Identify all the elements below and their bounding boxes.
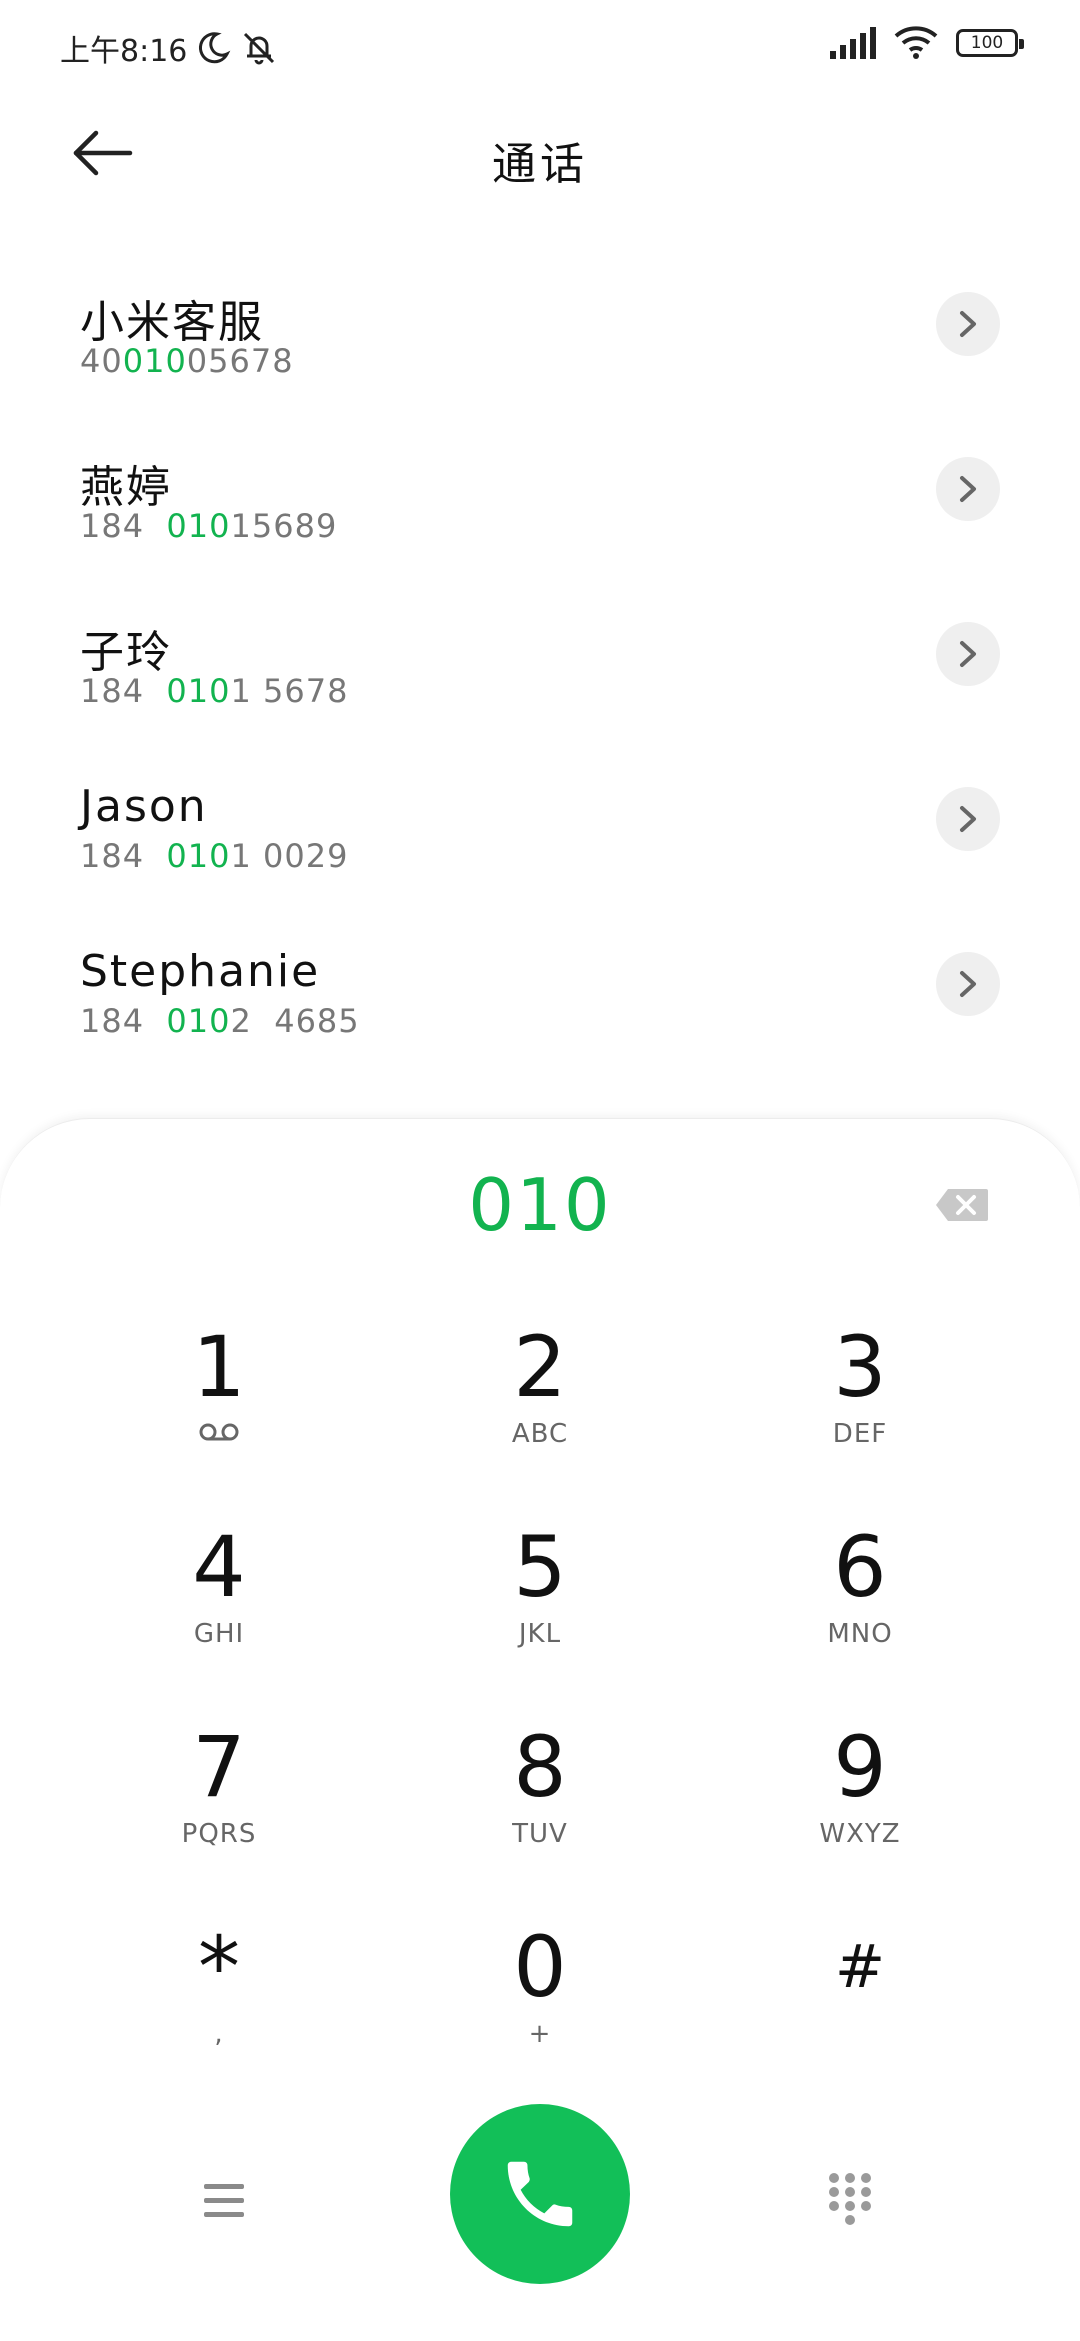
moon-icon [199,32,231,64]
signal-icon [830,27,876,59]
dialpad-grid-icon [829,2173,871,2225]
key-2[interactable]: 2 ABC [410,1319,670,1489]
menu-button[interactable] [200,2180,260,2230]
contact-list: 小米客服 4001005678 燕婷 184 01015689 子玲 184 0… [0,250,1080,1075]
key-1[interactable]: 1 [89,1319,349,1489]
key-digit: 6 [833,1518,887,1616]
chevron-right-icon [960,641,976,667]
contact-item[interactable]: 燕婷 184 01015689 [0,415,1080,580]
key-digit: 7 [192,1718,246,1816]
key-digit: 2 [513,1318,567,1416]
contact-name: 小米客服 [80,297,264,348]
bottom-action-bar [0,2090,1080,2290]
key-letters [730,2019,990,2049]
key-letters: JKL [518,1619,562,1649]
key-letters: GHI [193,1619,245,1649]
voicemail-icon [199,1423,239,1441]
contact-number: 184 0101 0029 [80,837,349,875]
chevron-right-icon [960,476,976,502]
key-letters [89,1419,349,1449]
contact-number: 184 0101 5678 [80,672,349,710]
page-title: 通话 [492,139,588,190]
contact-detail-button[interactable] [936,622,1000,686]
chevron-right-icon [960,311,976,337]
header: 通话 [0,110,1080,200]
dial-number-display[interactable]: 010 [0,1163,1080,1247]
key-5[interactable]: 5 JKL [410,1519,670,1689]
dialpad-toggle-button[interactable] [826,2170,876,2230]
delete-button[interactable] [934,1187,990,1223]
key-digit: 8 [513,1718,567,1816]
key-letters: TUV [512,1819,568,1849]
key-3[interactable]: 3 DEF [730,1319,990,1489]
key-digit: 4 [192,1518,246,1616]
contact-item[interactable]: Stephanie 184 0102 4685 [0,910,1080,1075]
key-4[interactable]: 4 GHI [89,1519,349,1689]
key-letters: WXYZ [819,1819,901,1849]
contact-detail-button[interactable] [936,457,1000,521]
contact-name: 子玲 [80,627,172,678]
key-letters: + [528,2019,552,2049]
key-digit: * [198,1918,240,2016]
key-8[interactable]: 8 TUV [410,1719,670,1889]
phone-icon [507,2161,573,2227]
mute-bell-icon [244,32,275,65]
key-star[interactable]: * , [89,1919,349,2089]
key-digit: # [834,1932,886,2002]
key-9[interactable]: 9 WXYZ [730,1719,990,1889]
battery-icon: 100 [956,29,1024,57]
contact-detail-button[interactable] [936,787,1000,851]
contact-item[interactable]: 子玲 184 0101 5678 [0,580,1080,745]
contact-number: 184 01015689 [80,507,338,545]
key-letters: DEF [832,1419,888,1449]
contact-item[interactable]: Jason 184 0101 0029 [0,745,1080,910]
key-letters: ABC [511,1419,569,1449]
key-letters: MNO [827,1619,893,1649]
battery-level: 100 [970,33,1004,53]
contact-detail-button[interactable] [936,952,1000,1016]
backspace-icon [936,1189,988,1221]
key-digit: 3 [833,1318,887,1416]
contact-name: 燕婷 [80,462,172,513]
contact-item[interactable]: 小米客服 4001005678 [0,250,1080,415]
chevron-right-icon [960,806,976,832]
key-digit: 9 [833,1718,887,1816]
status-time: 上午8:16 [60,34,188,69]
wifi-icon [894,26,938,59]
key-digit: 1 [192,1318,246,1416]
key-0[interactable]: 0 + [410,1919,670,2089]
key-6[interactable]: 6 MNO [730,1519,990,1689]
contact-detail-button[interactable] [936,292,1000,356]
status-left: 上午8:16 [60,26,279,70]
contact-number: 4001005678 [80,342,294,380]
key-7[interactable]: 7 PQRS [89,1719,349,1889]
contact-name: Jason [80,781,208,832]
key-letters: PQRS [181,1819,257,1849]
key-hash[interactable]: # [730,1919,990,2089]
call-button[interactable] [450,2104,630,2284]
status-right: 100 [828,26,1024,60]
contact-number: 184 0102 4685 [80,1002,360,1040]
status-bar: 上午8:16 100 [0,0,1080,90]
chevron-right-icon [960,971,976,997]
contact-name: Stephanie [80,946,321,997]
key-letters: , [214,2019,224,2049]
key-digit: 0 [513,1918,567,2016]
menu-icon [204,2184,244,2217]
key-digit: 5 [513,1518,567,1616]
